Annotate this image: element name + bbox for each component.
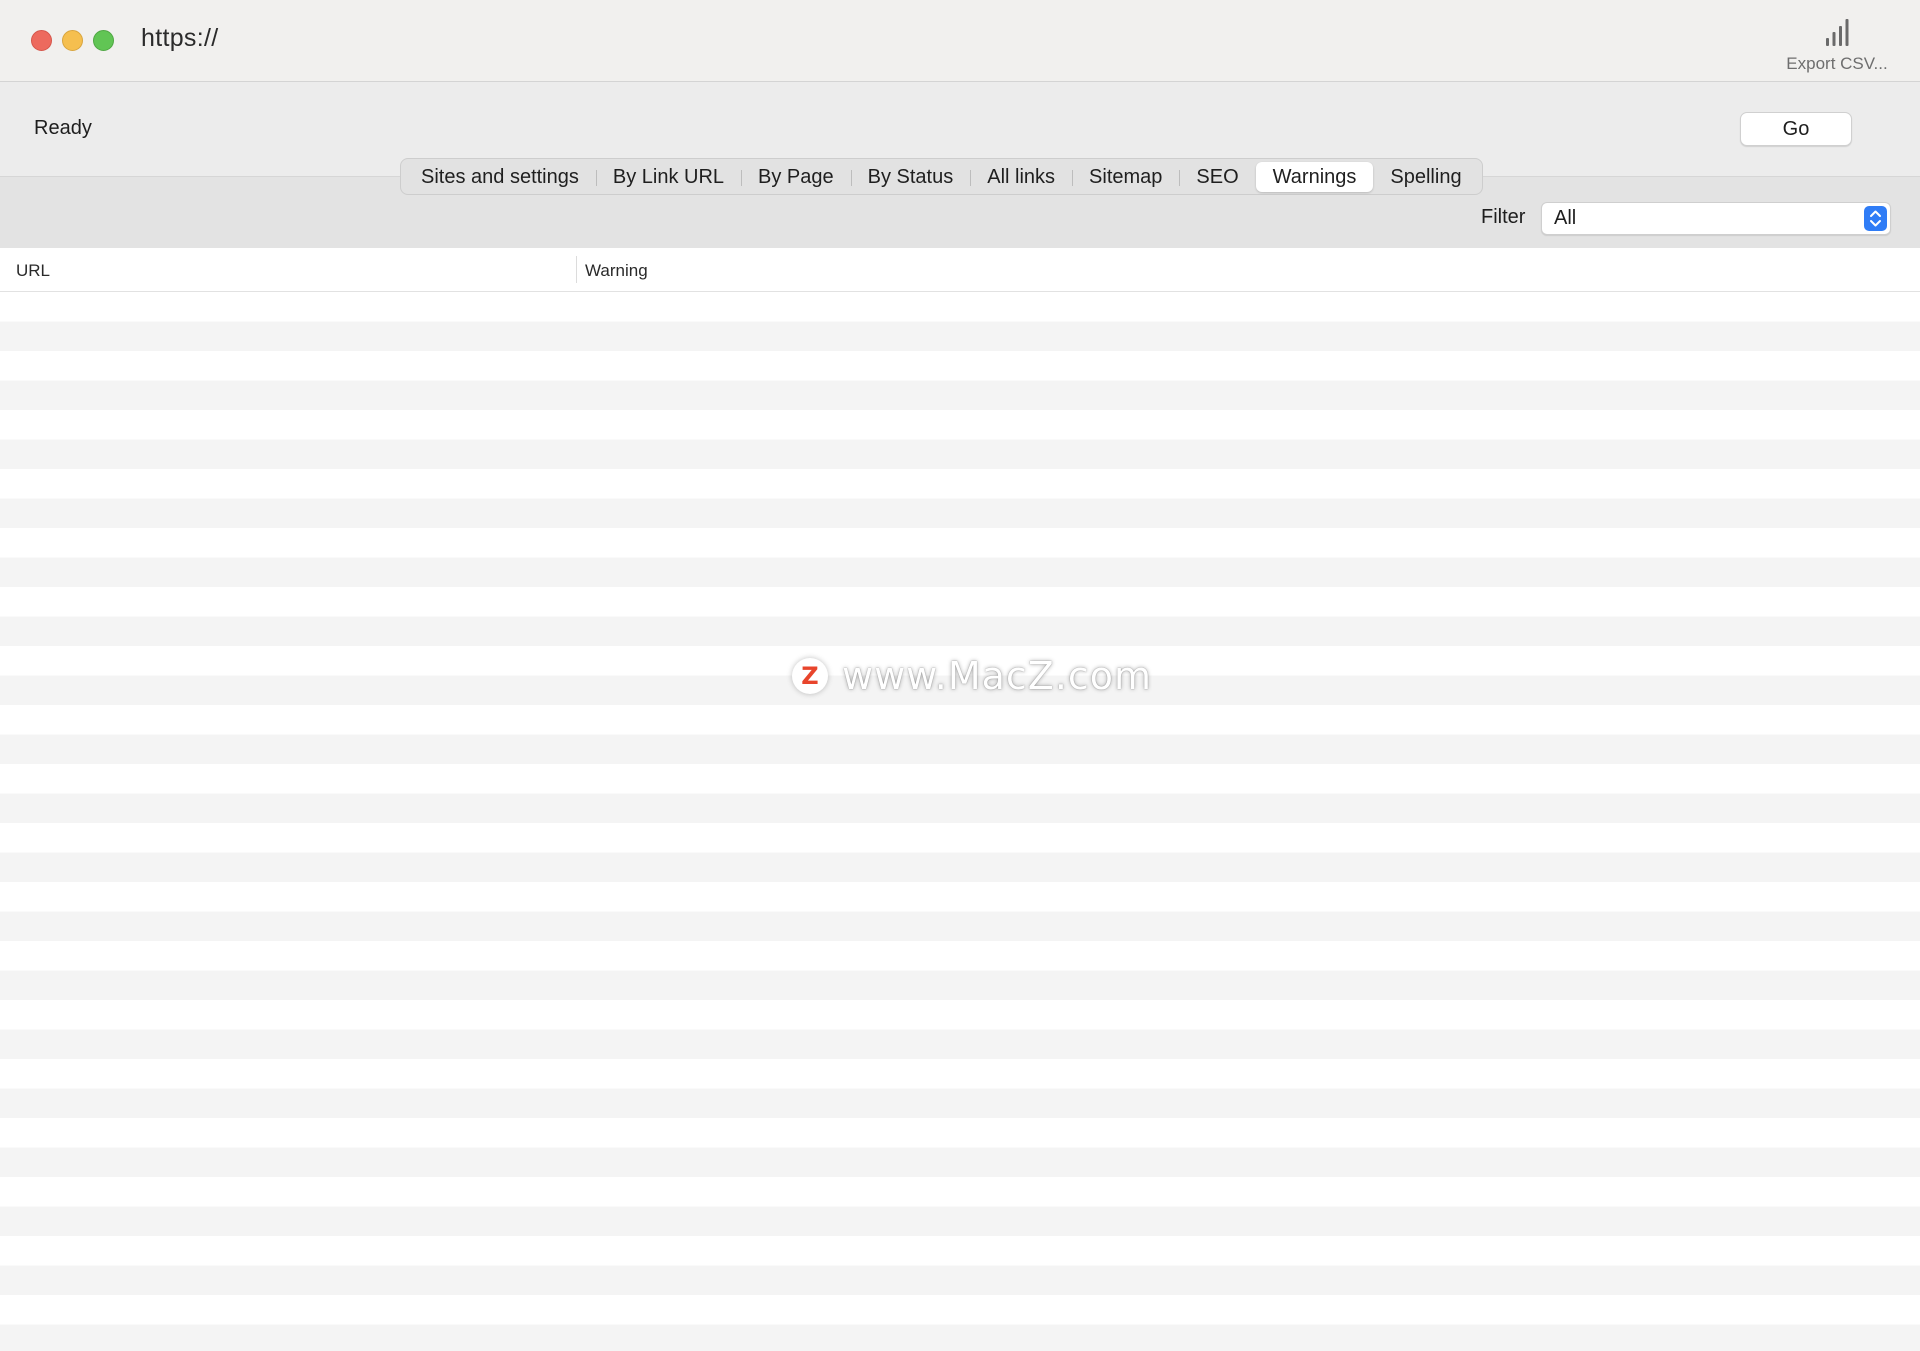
bar-chart-icon: [1826, 19, 1849, 46]
close-window-button[interactable]: [31, 30, 52, 51]
column-header-warning[interactable]: Warning: [585, 261, 648, 281]
tab-seo[interactable]: SEO: [1179, 162, 1255, 192]
title-bar: https:// Export CSV...: [0, 0, 1920, 82]
table-rows: [0, 292, 1920, 1351]
url-input[interactable]: https://: [141, 24, 218, 53]
tab-bar: Sites and settings By Link URL By Page B…: [400, 158, 1483, 195]
status-text: Ready: [34, 117, 92, 139]
go-button[interactable]: Go: [1740, 112, 1852, 146]
watermark-logo-icon: Z: [792, 658, 828, 694]
watermark-text: www.MacZ.com: [842, 654, 1153, 698]
chevron-up-down-icon: [1864, 206, 1887, 231]
warnings-table[interactable]: URL Warning: [0, 248, 1920, 1351]
export-csv-label: Export CSV...: [1786, 54, 1888, 73]
tab-sitemap[interactable]: Sitemap: [1072, 162, 1179, 192]
tab-warnings[interactable]: Warnings: [1255, 161, 1374, 192]
filter-selected-value: All: [1554, 207, 1577, 229]
tab-by-page[interactable]: By Page: [741, 162, 851, 192]
tab-by-link-url[interactable]: By Link URL: [595, 162, 741, 192]
export-csv-button[interactable]: Export CSV...: [1777, 16, 1897, 74]
tab-by-status[interactable]: By Status: [850, 162, 971, 192]
table-header: URL Warning: [0, 248, 1920, 292]
tab-sites-and-settings[interactable]: Sites and settings: [404, 162, 596, 192]
watermark: Z www.MacZ.com: [792, 652, 1152, 700]
tab-spelling[interactable]: Spelling: [1373, 162, 1478, 192]
filter-label: Filter: [1481, 206, 1526, 228]
minimize-window-button[interactable]: [62, 30, 83, 51]
column-header-url[interactable]: URL: [16, 261, 50, 281]
filter-select[interactable]: All: [1541, 202, 1891, 235]
app-window: https:// Export CSV... Ready Go Sites an…: [0, 0, 1920, 1351]
tab-all-links[interactable]: All links: [970, 162, 1072, 192]
zoom-window-button[interactable]: [93, 30, 114, 51]
column-divider[interactable]: [576, 256, 577, 283]
